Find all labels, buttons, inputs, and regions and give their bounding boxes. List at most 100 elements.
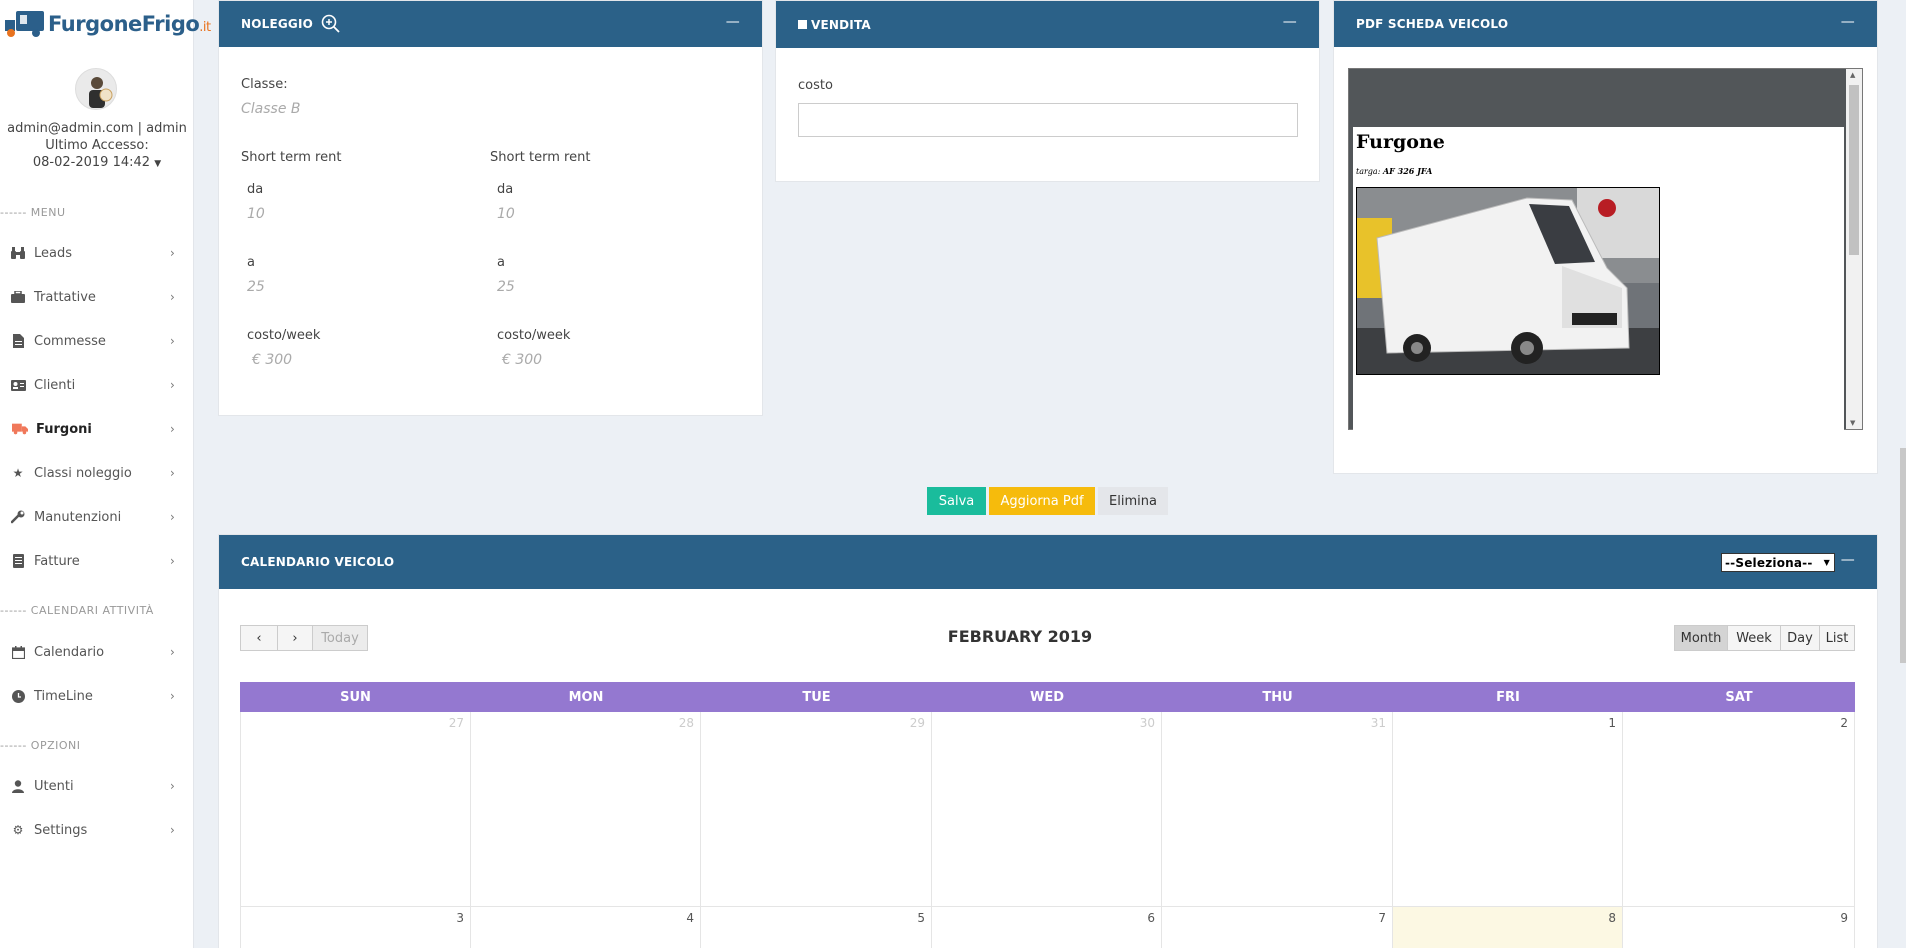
costo-label: costo [798,78,833,93]
brand-logo[interactable]: FurgoneFrigo.it [2,6,211,42]
user-email: admin@admin.com | admin [7,121,187,136]
day-cell[interactable]: 5 [701,907,932,948]
briefcase-icon [10,289,26,305]
pdf-header: PDF SCHEDA VEICOLO — [1334,1,1877,47]
day-cell[interactable]: 9 [1623,907,1855,948]
day-cell[interactable]: 4 [471,907,701,948]
view-list-button[interactable]: List [1819,625,1855,651]
sidebar-item-label: Manutenzioni [34,509,122,525]
noleggio-panel: NOLEGGIO — Classe: Classe B Short term r… [218,0,763,416]
user-icon [10,778,26,794]
noleggio-title: NOLEGGIO [241,17,314,31]
day-cell[interactable]: 1 [1393,712,1623,907]
prev-button[interactable]: ‹ [240,625,278,651]
costo-input[interactable] [798,103,1298,137]
sidebar-item-utenti[interactable]: Utenti › [0,771,194,801]
pdf-doc-title: Furgone [1356,131,1445,153]
sidebar-item-commesse[interactable]: Commesse › [0,326,194,356]
day-cell[interactable]: 2 [1623,712,1855,907]
day-cell[interactable]: 27 [240,712,471,907]
day-header-wed: WED [932,682,1162,712]
collapse-button[interactable]: — [1283,14,1297,30]
chevron-right-icon: › [170,466,175,480]
collapse-button[interactable]: — [1841,14,1855,30]
scroll-up-icon[interactable]: ▲ [1850,71,1855,79]
a-value: 25 [497,279,515,295]
section-opzioni: ------ OPZIONI [0,739,81,752]
select-value: --Seleziona-- [1725,555,1813,570]
calendar-icon [10,644,26,660]
day-cell[interactable]: 29 [701,712,932,907]
chevron-left-icon: ‹ [256,630,262,646]
calendar-header: CALENDARIO VEICOLO --Seleziona-- ▼ — [219,535,1877,589]
caret-down-icon: ▼ [154,159,162,169]
vehicle-select[interactable]: --Seleziona-- ▼ [1721,553,1835,572]
user-info: admin@admin.com | admin Ultimo Accesso: … [0,120,194,173]
day-cell[interactable]: 28 [471,712,701,907]
update-pdf-button[interactable]: Aggiorna Pdf [989,487,1095,515]
page-scrollbar-thumb[interactable] [1900,448,1906,663]
scroll-down-icon[interactable]: ▼ [1850,419,1855,427]
sidebar-item-leads[interactable]: Leads › [0,238,194,268]
calendar-title: CALENDARIO VEICOLO [241,555,395,569]
day-cell[interactable]: 6 [932,907,1162,948]
star-icon: ★ [12,466,24,480]
brand-name: FurgoneFrigo [48,12,200,36]
chevron-right-icon: › [170,290,175,304]
today-cell[interactable]: 8 [1393,907,1623,948]
day-number: 27 [448,716,464,730]
day-number: 29 [909,716,925,730]
sidebar-item-label: Settings [34,822,88,838]
today-button[interactable]: Today [312,625,368,651]
chevron-right-icon: › [292,630,298,646]
pdf-targa-value: AF 326 JFA [1382,166,1433,176]
section-calendari: ------ CALENDARI ATTIVITÀ [0,604,154,617]
day-number: 31 [1370,716,1386,730]
avatar[interactable] [75,68,117,110]
sidebar-item-trattative[interactable]: Trattative › [0,282,194,312]
view-day-button[interactable]: Day [1780,625,1820,651]
day-header-thu: THU [1162,682,1393,712]
day-header-mon: MON [471,682,701,712]
pdf-page: Furgone targa: AF 326 JFA [1353,127,1844,431]
truck-icon [12,421,28,437]
pdf-viewer[interactable]: Furgone targa: AF 326 JFA ▲ ▼ [1348,68,1863,431]
day-header-sun: SUN [240,682,471,712]
sidebar: FurgoneFrigo.it admin@admin.com | admin … [0,0,211,948]
sidebar-item-furgoni[interactable]: Furgoni › [0,414,194,444]
next-button[interactable]: › [277,625,313,651]
sidebar-item-label: Calendario [34,644,105,660]
save-button[interactable]: Salva [927,487,986,515]
file-icon [10,333,26,349]
collapse-button[interactable]: — [726,14,740,30]
day-cell[interactable]: 30 [932,712,1162,907]
sidebar-item-timeline[interactable]: TimeLine › [0,681,194,711]
da-value: 10 [497,206,515,222]
chevron-right-icon: › [170,246,175,260]
collapse-button[interactable]: — [1841,552,1855,568]
scroll-thumb[interactable] [1849,85,1859,255]
da-value: 10 [247,206,265,222]
checkbox-icon[interactable] [798,20,807,29]
view-month-button[interactable]: Month [1674,625,1728,651]
a-value: 25 [247,279,265,295]
day-cell[interactable]: 3 [240,907,471,948]
day-cell[interactable]: 31 [1162,712,1393,907]
sidebar-item-settings[interactable]: ⚙ Settings › [0,815,194,845]
sidebar-item-classi-noleggio[interactable]: ★ Classi noleggio › [0,458,194,488]
pdf-scrollbar[interactable]: ▲ ▼ [1846,69,1862,429]
sidebar-item-calendario[interactable]: Calendario › [0,637,194,667]
view-week-button[interactable]: Week [1727,625,1781,651]
caret-down-icon: ▼ [1823,558,1830,567]
sidebar-item-manutenzioni[interactable]: Manutenzioni › [0,502,194,532]
sidebar-item-clienti[interactable]: Clienti › [0,370,194,400]
zoom-in-icon[interactable] [321,14,341,34]
clock-icon [10,688,26,704]
delete-button[interactable]: Elimina [1098,487,1168,515]
da-label: da [247,182,264,197]
last-access-dropdown[interactable]: 08-02-2019 14:42 ▼ [0,154,194,173]
sidebar-item-fatture[interactable]: Fatture › [0,546,194,576]
day-number: 7 [1378,911,1386,925]
day-cell[interactable]: 7 [1162,907,1393,948]
brand-tld: .it [199,20,211,35]
